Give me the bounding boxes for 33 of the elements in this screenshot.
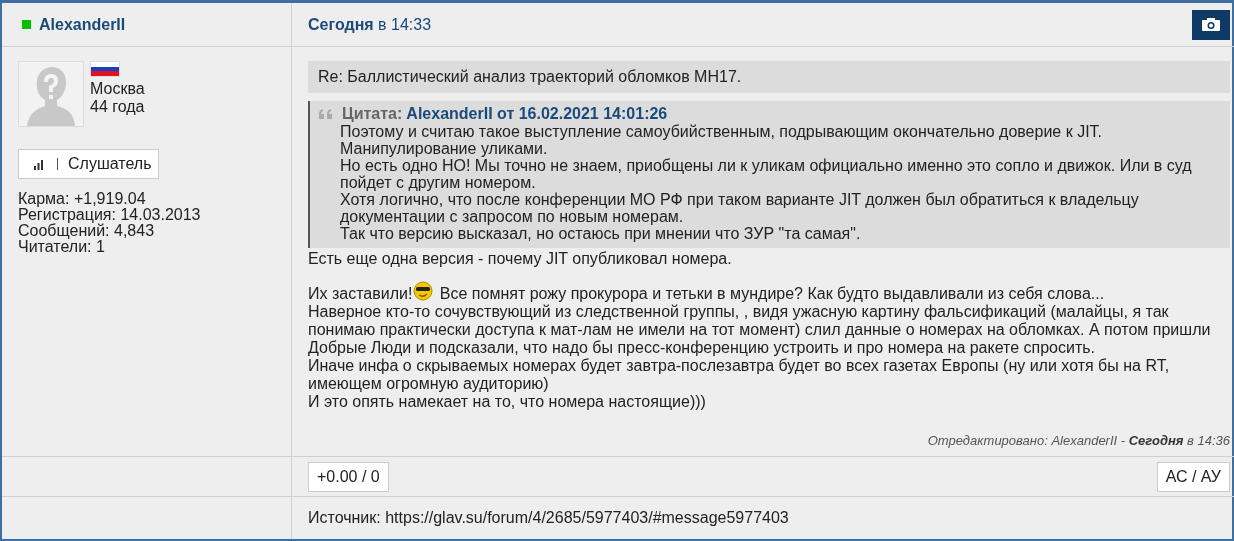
quote-text: Манипулирование уликами. xyxy=(340,140,549,157)
post-date: Сегодня в 14:33 xyxy=(308,15,432,34)
post-text: Иначе инфа о скрываемых номерах будет завтра-послезавтра будет во всех газетах Европы (ну или хотя бы на RT, имеющем огромную аудиторию) xyxy=(308,357,1171,393)
author-stat: Сообщений: 4,843 xyxy=(18,223,156,239)
post-text: Их заставили! xyxy=(308,285,413,302)
source-link[interactable]: Источник: https://glav.su/forum/4/2685/5977403/#message5977403 xyxy=(308,509,789,527)
author-city: Москва xyxy=(90,80,145,98)
quote-text: Поэтому и считаю такое выступление самоубийственным, подрывающим окончательно доверие к JIT. xyxy=(340,123,1104,140)
quote-mark-icon xyxy=(318,109,334,119)
rank-label: Слушатель xyxy=(67,155,152,173)
flag-icon xyxy=(90,61,120,77)
reply-button[interactable]: АС / АУ xyxy=(1156,461,1230,492)
quote-label: Цитата: xyxy=(342,105,403,123)
post-text: И это опять намекает на то, что номера настоящие))) xyxy=(308,393,707,411)
camera-icon xyxy=(1201,17,1221,32)
post-text: Наверное кто-то сочувствующий из следственной группы, , видя ужасную картину фальсификаций (малайцы, я так понимаю практически доступа к мат-лам не имели на тот момент) слил данные о номерах на обломках. А потом пришли Добрые Люди и подсказали, что надо бы пресс-конференцию устроить и про номера на ракете спросить. xyxy=(308,303,1212,357)
quote-text: Так что версию высказал, но остаюсь при мнении что ЗУР "та самая". xyxy=(340,225,862,242)
author-stat: Регистрация: 14.03.2013 xyxy=(18,207,201,223)
edited-note: Отредактировано: AlexanderII - Сегодня в 14:36 xyxy=(927,433,1230,448)
smiley-sunglasses-icon xyxy=(413,281,434,301)
post-title: Re: Баллистический анализ траекторий обломков МН17. xyxy=(308,61,1230,93)
post-text: Есть еще одна версия - почему JIT опубликовал номера. xyxy=(308,250,733,268)
quote-source[interactable]: AlexanderII от 16.02.2021 14:01:26 xyxy=(406,105,668,123)
quote-text: Хотя логично, что после конференции МО РФ при таком варианте JIT должен был обратиться к владельцу документации с запросом по новым номерам. xyxy=(340,191,1140,225)
author-age: 44 года xyxy=(90,98,145,116)
author-stat: Карма: +1,919.04 xyxy=(18,191,146,207)
author-name[interactable]: AlexanderII xyxy=(39,15,126,34)
rating-button[interactable]: +0.00 / 0 xyxy=(308,461,389,492)
camera-button[interactable] xyxy=(1192,9,1230,40)
author-stat: Читатели: 1 xyxy=(18,239,105,255)
avatar-placeholder-icon xyxy=(18,61,84,127)
quote-text: Но есть одно НО! Мы точно не знаем, приобщены ли к уликам официально именно это сопло и движок. Или в суд пойдет с другим номером. xyxy=(340,157,1193,191)
post-text: Все помнят рожу прокурора и тетьки в мундире? Как будто выдавливали из себя слова... xyxy=(438,285,1105,302)
